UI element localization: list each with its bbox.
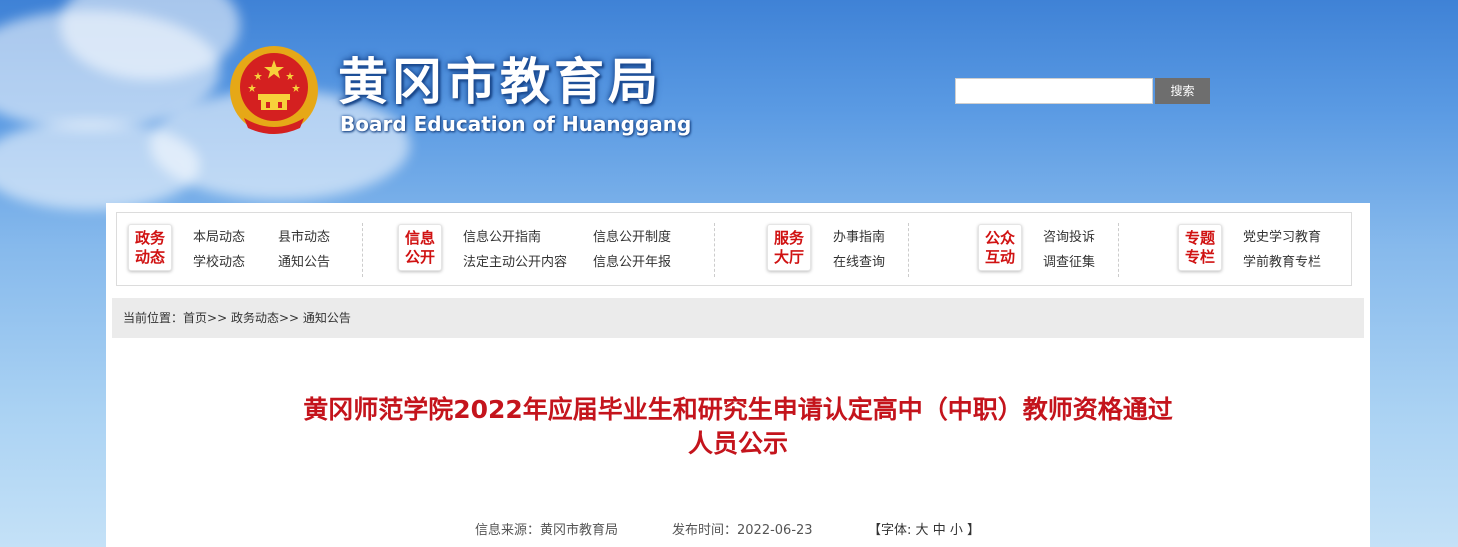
search-button[interactable]: 搜索 <box>1155 78 1210 104</box>
badge-line: 互动 <box>984 248 1015 266</box>
breadcrumb-notices-link[interactable]: 通知公告 <box>303 311 351 325</box>
search-input[interactable] <box>955 78 1153 104</box>
article-title-line: 人员公示 <box>687 429 788 458</box>
nav-link-disclosure-guide[interactable]: 信息公开指南 <box>463 230 541 246</box>
nav-link-bureau-news[interactable]: 本局动态 <box>193 230 245 246</box>
nav-link-online-query[interactable]: 在线查询 <box>833 255 885 271</box>
nav-link-preschool[interactable]: 学前教育专栏 <box>1243 255 1321 271</box>
badge-line: 专题 <box>1184 229 1215 247</box>
badge-line: 信息 <box>404 229 435 247</box>
main-nav: 政务 动态 本局动态 县市动态 学校动态 通知公告 信息 公开 信息公开指南 信… <box>116 212 1352 286</box>
breadcrumb-home-link[interactable]: 首页 <box>183 311 207 325</box>
national-emblem-icon <box>230 46 318 134</box>
breadcrumb-prefix: 当前位置： <box>123 311 184 325</box>
nav-link-county-news[interactable]: 县市动态 <box>278 230 330 246</box>
article-title: 黄冈师范学院2022年应届毕业生和研究生申请认定高中（中职）教师资格通过 人员公… <box>156 393 1320 461</box>
nav-badge-public-interaction[interactable]: 公众 互动 <box>978 224 1022 271</box>
breadcrumb: 当前位置：首页>> 政务动态>> 通知公告 <box>112 298 1364 338</box>
badge-line: 公开 <box>404 248 435 266</box>
breadcrumb-gov-news-link[interactable]: 政务动态 <box>231 311 279 325</box>
font-size-close: 】 <box>967 523 981 538</box>
badge-line: 政务 <box>134 229 165 247</box>
article-source: 信息来源：黄冈市教育局 <box>475 519 618 538</box>
breadcrumb-separator: >> <box>278 311 300 325</box>
nav-badge-info-disclosure[interactable]: 信息 公开 <box>398 224 442 271</box>
cloud-decoration <box>0 120 200 210</box>
nav-badge-government-news[interactable]: 政务 动态 <box>128 224 172 271</box>
badge-line: 公众 <box>984 229 1015 247</box>
article-date: 发布时间：2022-06-23 <box>672 519 813 538</box>
nav-link-survey[interactable]: 调查征集 <box>1043 255 1095 271</box>
site-subtitle: Board Education of Huanggang <box>340 112 692 136</box>
nav-badge-service-hall[interactable]: 服务 大厅 <box>767 224 811 271</box>
badge-line: 大厅 <box>773 248 804 266</box>
font-size-label: 【字体: <box>868 523 912 538</box>
date-label: 发布时间： <box>672 523 738 538</box>
date-value: 2022-06-23 <box>737 523 813 538</box>
font-size-control: 【字体: 大 中 小 】 <box>868 519 980 538</box>
source-label: 信息来源： <box>475 523 541 538</box>
nav-divider <box>1118 223 1119 277</box>
nav-divider <box>362 223 363 277</box>
nav-badge-special-topics[interactable]: 专题 专栏 <box>1178 224 1222 271</box>
breadcrumb-separator: >> <box>207 311 228 325</box>
font-size-small[interactable]: 小 <box>950 523 963 538</box>
nav-link-service-guide[interactable]: 办事指南 <box>833 230 885 246</box>
nav-link-school-news[interactable]: 学校动态 <box>193 255 245 271</box>
site-header: 黄冈市教育局 Board Education of Huanggang 搜索 <box>0 0 1458 210</box>
source-value: 黄冈市教育局 <box>540 523 619 538</box>
badge-line: 动态 <box>134 248 165 266</box>
nav-divider <box>908 223 909 277</box>
article-title-line: 黄冈师范学院2022年应届毕业生和研究生申请认定高中（中职）教师资格通过 <box>303 395 1173 424</box>
badge-line: 专栏 <box>1184 248 1215 266</box>
badge-line: 服务 <box>773 229 804 247</box>
nav-link-annual-report[interactable]: 信息公开年报 <box>593 255 671 271</box>
nav-link-statutory-content[interactable]: 法定主动公开内容 <box>463 255 567 271</box>
font-size-large[interactable]: 大 <box>916 523 929 538</box>
font-size-medium[interactable]: 中 <box>933 523 946 538</box>
site-title: 黄冈市教育局 <box>338 53 662 111</box>
nav-link-notices[interactable]: 通知公告 <box>278 255 330 271</box>
nav-link-consult-complaint[interactable]: 咨询投诉 <box>1043 230 1095 246</box>
nav-link-disclosure-system[interactable]: 信息公开制度 <box>593 230 671 246</box>
nav-link-party-history[interactable]: 党史学习教育 <box>1243 230 1321 246</box>
nav-divider <box>714 223 715 277</box>
main-container: 政务 动态 本局动态 县市动态 学校动态 通知公告 信息 公开 信息公开指南 信… <box>106 203 1370 547</box>
